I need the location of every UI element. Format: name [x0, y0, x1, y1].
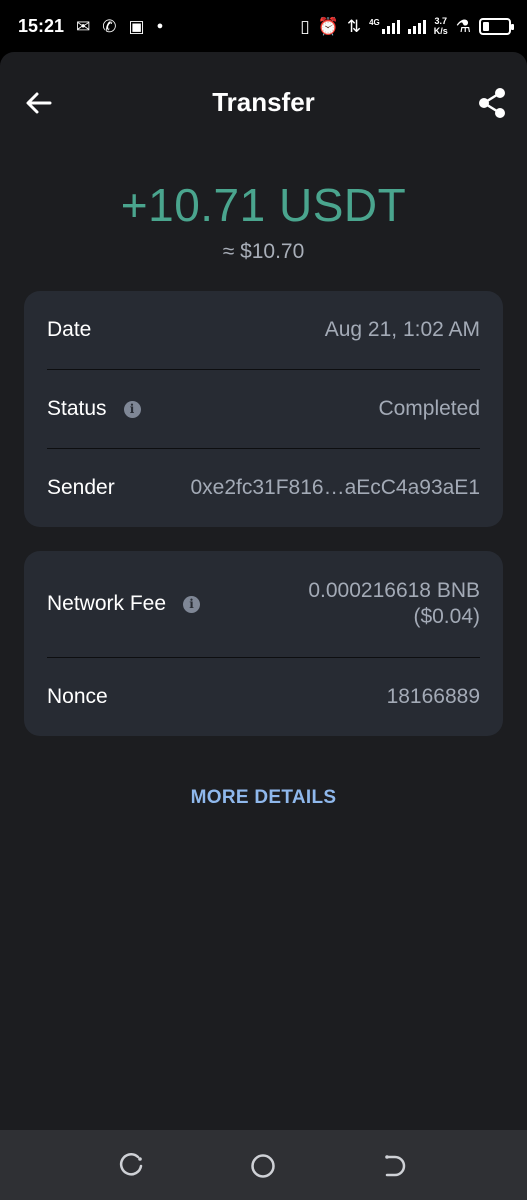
network-fee-amount: 0.000216618 BNB: [308, 579, 480, 602]
home-icon[interactable]: [249, 1152, 277, 1180]
network-fee-fiat: ($0.04): [413, 605, 480, 628]
phone-call-icon: ✆: [102, 16, 117, 36]
date-label: Date: [47, 318, 92, 341]
date-value: Aug 21, 1:02 AM: [324, 318, 480, 341]
nonce-label: Nonce: [47, 685, 108, 708]
net-speed-value: 3.7: [434, 16, 447, 26]
vibrate-icon: ▯: [300, 16, 310, 36]
nonce-value: 18166889: [386, 685, 480, 708]
system-nav-bar: [0, 1130, 527, 1200]
nonce-row: Nonce 18166889: [47, 658, 480, 736]
date-row: Date Aug 21, 1:02 AM: [47, 291, 480, 370]
net-speed-unit: K/s: [433, 26, 448, 36]
sender-row[interactable]: Sender 0xe2fc31F816…aEcC4a93aE1: [47, 449, 480, 527]
share-icon[interactable]: [475, 86, 509, 120]
network-type-label: 4G: [369, 18, 380, 27]
details-card: Date Aug 21, 1:02 AM Status i Completed …: [24, 291, 503, 527]
fiat-equivalent: ≈ $10.70: [222, 240, 305, 263]
flask-icon: ⚗: [455, 16, 471, 36]
alarm-icon: ⏰: [317, 16, 339, 36]
fee-card: Network Fee i 0.000216618 BNB ($0.04) No…: [24, 551, 503, 736]
arrow-left-icon[interactable]: [22, 86, 56, 120]
network-fee-label: Network Fee: [47, 592, 167, 615]
status-bar: 15:21 ✉ ✆ ▣ ● ▯ ⏰ ⇅ 4G 3.7 K/s ⚗: [0, 0, 527, 52]
signal-icon-2: [407, 18, 426, 34]
mail-notification-icon: ✉: [76, 16, 91, 36]
app-notification-icon: ▣: [128, 16, 145, 36]
page-title: Transfer: [212, 86, 315, 117]
status-row: Status i Completed: [47, 370, 480, 449]
app-bar: Transfer: [0, 74, 527, 130]
net-speed: 3.7 K/s: [434, 16, 448, 36]
more-notifications-dot-icon: ●: [156, 19, 164, 32]
status-value: Completed: [378, 397, 480, 420]
back-nav-icon[interactable]: [381, 1152, 409, 1180]
data-transfer-icon: ⇅: [346, 16, 362, 36]
sender-address[interactable]: 0xe2fc31F816…aEcC4a93aE1: [190, 475, 480, 501]
status-label: Status: [47, 397, 107, 420]
status-time: 15:21: [18, 15, 65, 36]
more-details-button[interactable]: MORE DETAILS: [0, 787, 527, 809]
transfer-screen: Transfer +10.71 USDT ≈ $10.70 Date Aug 2…: [0, 52, 527, 1130]
transfer-amount: +10.71 USDT: [120, 179, 407, 231]
battery-icon: [479, 17, 514, 35]
signal-icon: 4G: [369, 18, 400, 34]
network-fee-row: Network Fee i 0.000216618 BNB ($0.04): [47, 551, 480, 658]
network-fee-value: 0.000216618 BNB ($0.04): [308, 578, 480, 630]
info-icon[interactable]: i: [183, 595, 201, 613]
recents-icon[interactable]: [118, 1152, 146, 1180]
sender-label: Sender: [47, 476, 115, 499]
info-icon[interactable]: i: [123, 400, 141, 418]
